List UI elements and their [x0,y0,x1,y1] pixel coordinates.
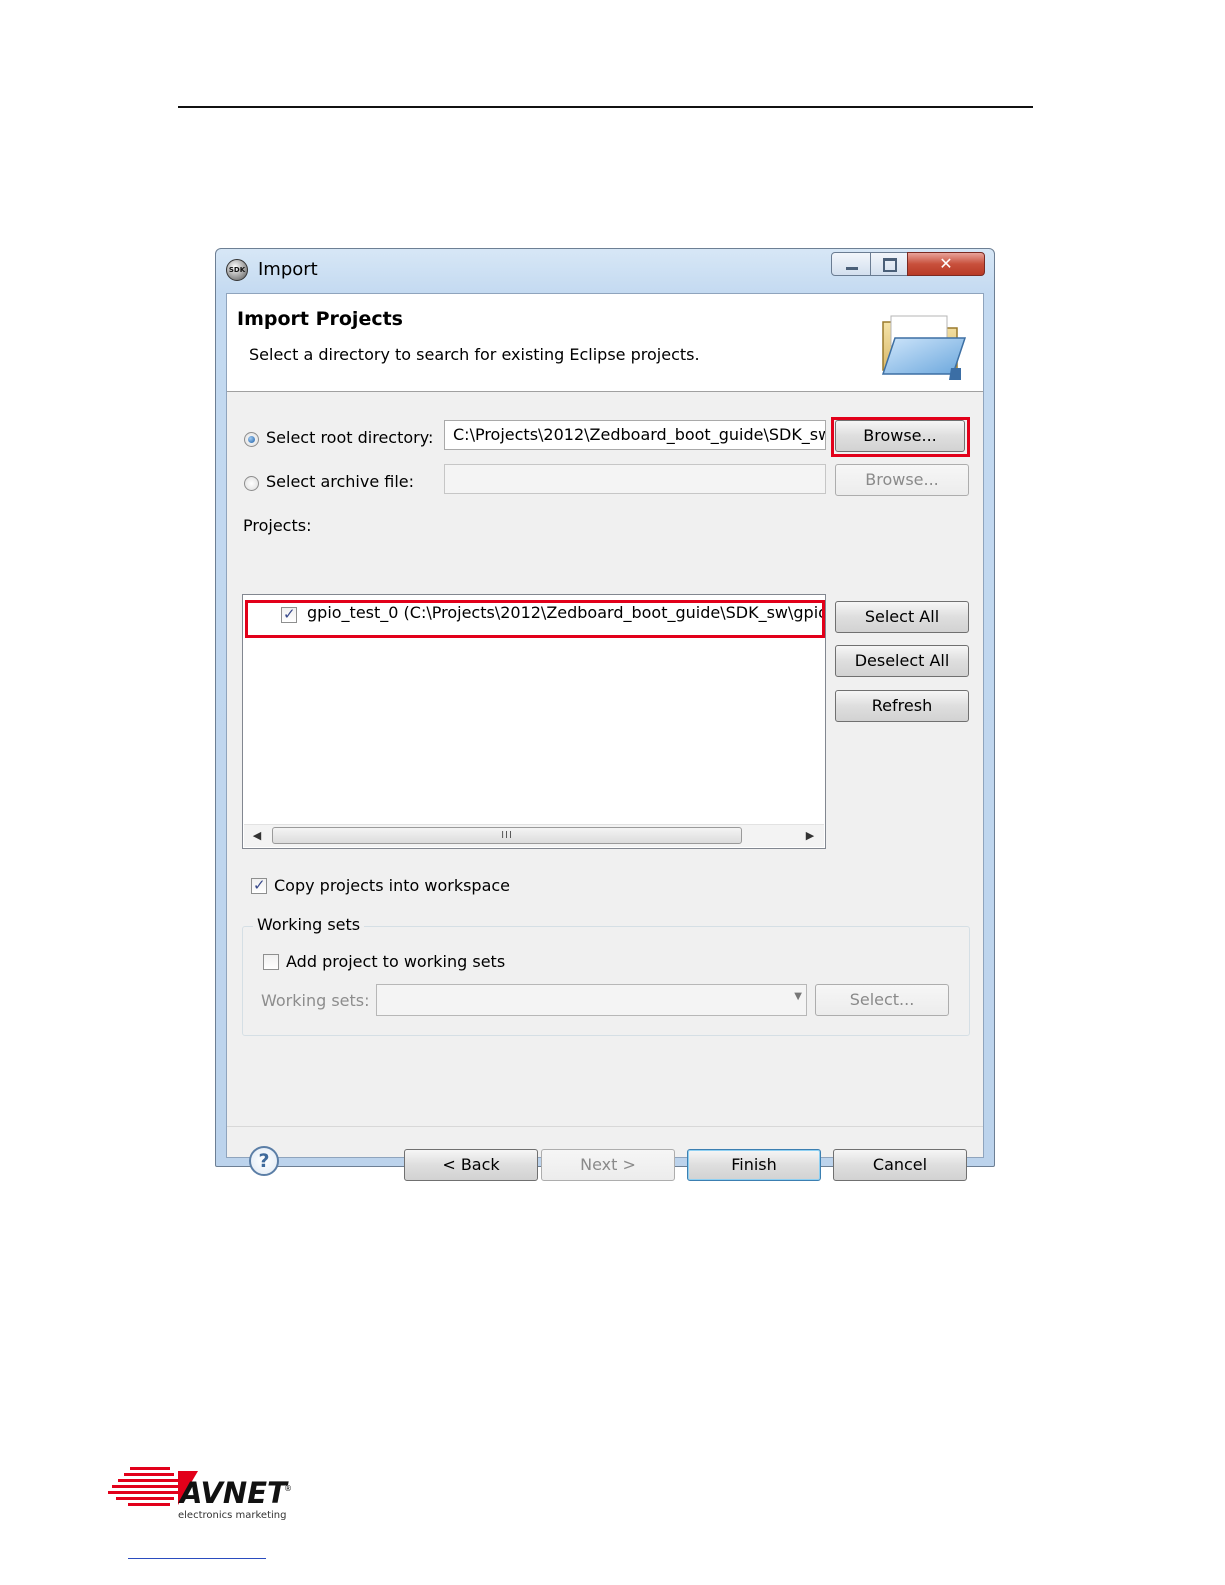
refresh-button[interactable]: Refresh [835,690,969,722]
scroll-thumb[interactable]: III [272,827,742,844]
close-icon[interactable] [907,252,985,276]
scroll-left-icon[interactable]: ◀ [249,828,265,844]
archive-file-label: Select archive file: [266,472,415,491]
select-all-button[interactable]: Select All [835,601,969,633]
footer-separator [227,1126,983,1127]
window-title: Import [258,259,318,280]
archive-file-radio[interactable] [244,476,259,491]
open-folder-icon [881,315,967,380]
svg-text:®: ® [284,1484,292,1493]
working-sets-group: Working sets Add project to working sets… [242,915,970,1036]
minimize-icon[interactable] [831,252,871,276]
working-sets-field-label: Working sets: [261,991,370,1010]
copy-projects-checkbox[interactable] [251,876,267,894]
browse-highlight-box [831,417,970,457]
chevron-down-icon: ▼ [794,991,802,1002]
footer-link-rule [128,1558,266,1559]
horizontal-scrollbar[interactable]: ◀ III ▶ [244,824,824,847]
scroll-grip: III [501,830,513,841]
page-description: Select a directory to search for existin… [249,345,700,364]
title-bar[interactable]: SDK Import [216,249,994,289]
select-working-sets-button[interactable]: Select... [815,984,949,1016]
projects-label: Projects: [243,516,312,535]
page-header-rule [178,106,1033,108]
next-button[interactable]: Next > [541,1149,675,1181]
browse-archive-button[interactable]: Browse... [835,464,969,496]
import-dialog: SDK Import Import Projects Select a dire… [215,248,995,1181]
add-to-working-sets-label: Add project to working sets [286,952,506,971]
working-sets-dropdown[interactable]: ▼ [376,984,807,1016]
root-directory-radio[interactable] [244,432,259,447]
avnet-logo: AVNET ® electronics marketing [108,1467,292,1521]
maximize-icon[interactable] [870,252,908,276]
wizard-banner: Import Projects Select a directory to se… [227,294,983,392]
project-highlight-box [245,600,825,638]
dialog-content: Import Projects Select a directory to se… [226,293,984,1181]
copy-projects-label: Copy projects into workspace [274,876,511,895]
svg-text:electronics marketing: electronics marketing [178,1510,286,1521]
svg-text:AVNET: AVNET [178,1476,289,1510]
cancel-button[interactable]: Cancel [833,1149,967,1181]
finish-button[interactable]: Finish [687,1149,821,1181]
add-to-working-sets-checkbox[interactable] [263,954,279,970]
sdk-app-icon: SDK [226,259,248,281]
working-sets-group-label: Working sets [253,915,365,934]
root-directory-label: Select root directory: [266,428,434,447]
archive-file-input[interactable] [444,464,826,494]
help-icon[interactable]: ? [249,1146,279,1176]
deselect-all-button[interactable]: Deselect All [835,645,969,677]
root-directory-input[interactable]: C:\Projects\2012\Zedboard_boot_guide\SDK… [444,420,826,450]
back-button[interactable]: < Back [404,1149,538,1181]
page-title: Import Projects [237,308,403,330]
scroll-right-icon[interactable]: ▶ [802,828,818,844]
